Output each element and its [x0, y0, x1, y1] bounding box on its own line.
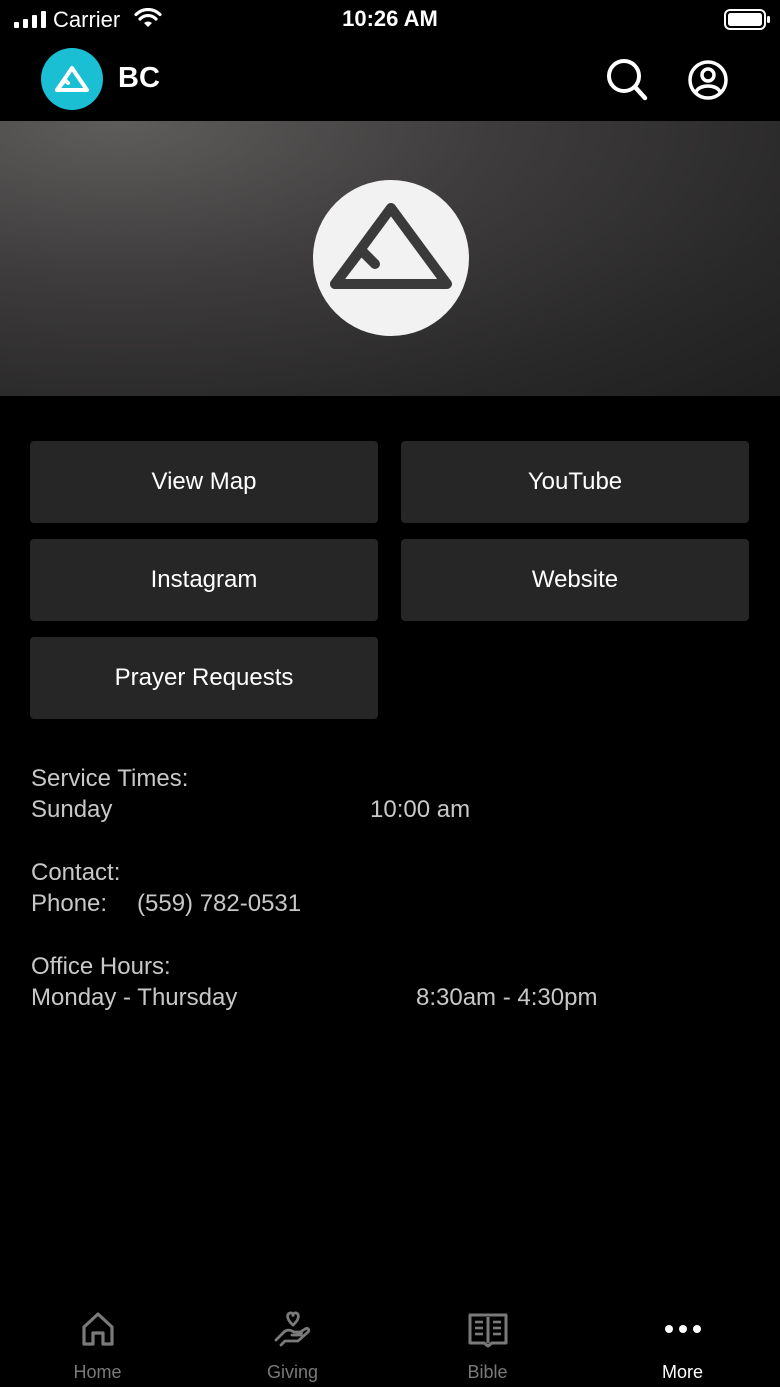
giving-icon	[274, 1311, 311, 1347]
office-days: Monday - Thursday	[31, 984, 238, 1011]
tab-more[interactable]: More	[585, 1295, 780, 1387]
contact-heading: Contact:	[31, 859, 121, 886]
service-times-heading: Service Times:	[31, 765, 189, 792]
website-button[interactable]: Website	[401, 539, 749, 621]
app-header: BC	[0, 40, 780, 121]
prayer-requests-button[interactable]: Prayer Requests	[30, 637, 378, 719]
bible-icon	[468, 1313, 508, 1348]
more-icon	[665, 1325, 701, 1333]
clock: 10:26 AM	[342, 6, 438, 31]
youtube-button[interactable]: YouTube	[401, 441, 749, 523]
office-hours-heading: Office Hours:	[31, 953, 171, 980]
tab-giving[interactable]: Giving	[195, 1295, 390, 1387]
hero-banner	[0, 121, 780, 396]
logo-icon[interactable]	[41, 48, 103, 110]
app-title: BC	[118, 62, 160, 94]
battery-icon	[724, 9, 770, 30]
profile-icon[interactable]	[686, 58, 730, 102]
tab-bible-label: Bible	[467, 1362, 508, 1382]
view-map-button[interactable]: View Map	[30, 441, 378, 523]
phone-label: Phone:	[31, 890, 108, 917]
office-hours: 8:30am - 4:30pm	[416, 984, 598, 1011]
tab-bible[interactable]: Bible	[390, 1295, 585, 1387]
tab-home[interactable]: Home	[0, 1295, 195, 1387]
tab-home-label: Home	[73, 1362, 122, 1382]
church-logo-icon	[313, 180, 469, 336]
service-day: Sunday	[31, 796, 113, 823]
phone-number[interactable]: (559) 782-0531	[137, 890, 301, 918]
service-time: 10:00 am	[370, 796, 471, 823]
tab-more-label: More	[661, 1362, 703, 1382]
home-icon	[82, 1312, 114, 1346]
status-bar: Carrier 10:26 AM	[0, 0, 780, 40]
tab-giving-label: Giving	[266, 1362, 319, 1382]
tab-bar: Home Giving Bible More	[0, 1295, 780, 1387]
instagram-button[interactable]: Instagram	[30, 539, 378, 621]
search-icon[interactable]	[602, 54, 650, 104]
